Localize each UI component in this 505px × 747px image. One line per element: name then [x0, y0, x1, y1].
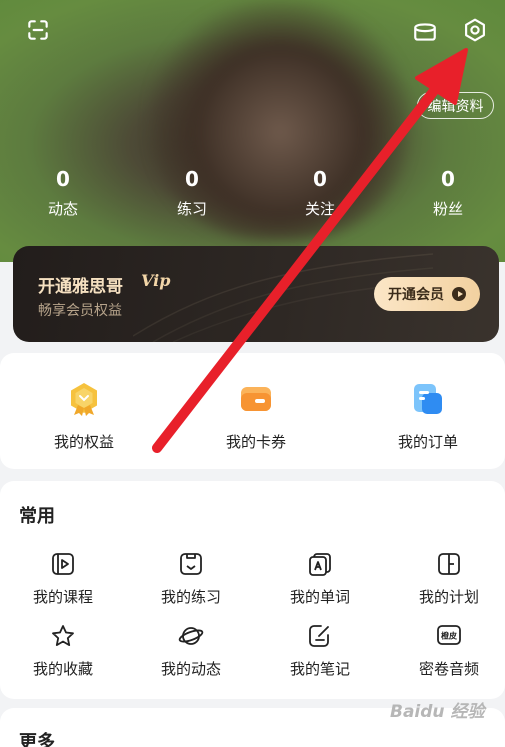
coupon-icon [238, 381, 274, 417]
settings-icon[interactable] [459, 14, 491, 46]
my-plan-label: 我的计划 [418, 588, 479, 606]
open-membership-button[interactable]: 开通会员 [374, 277, 480, 311]
common-section-title: 常用 [19, 506, 55, 527]
my-posts-item[interactable]: 我的动态 [136, 623, 246, 679]
common-section: 常用 我的课程 我的练习 我的单词 我的计划 我的收藏 我的动态 我的笔记 橙皮… [0, 481, 505, 699]
my-coupons-item[interactable]: 我的卡券 [196, 381, 316, 452]
stat-label: 粉丝 [432, 200, 463, 218]
vip-title: 开通雅思哥 [38, 277, 123, 297]
stat-value: 0 [185, 167, 199, 191]
stat-followers[interactable]: 0 粉丝 [408, 166, 488, 219]
order-icon [410, 381, 446, 417]
my-coupons-label: 我的卡券 [225, 433, 286, 451]
stat-value: 0 [313, 167, 327, 191]
my-words-item[interactable]: 我的单词 [265, 551, 375, 607]
stat-label: 动态 [47, 200, 78, 218]
stat-posts[interactable]: 0 动态 [23, 166, 103, 219]
my-orders-label: 我的订单 [397, 433, 458, 451]
my-practice-label: 我的练习 [160, 588, 221, 606]
my-courses-label: 我的课程 [32, 588, 93, 606]
stat-label: 练习 [176, 200, 207, 218]
my-notes-item[interactable]: 我的笔记 [265, 623, 375, 679]
scan-icon[interactable] [22, 14, 54, 46]
my-favorites-item[interactable]: 我的收藏 [8, 623, 118, 679]
star-icon [50, 623, 76, 649]
plan-icon [436, 551, 462, 577]
vip-banner[interactable]: 开通雅思哥 Vip 畅享会员权益 开通会员 [13, 246, 499, 342]
my-plan-item[interactable]: 我的计划 [394, 551, 504, 607]
my-posts-label: 我的动态 [160, 660, 221, 678]
vip-badge: Vip [141, 271, 171, 290]
baidu-watermark: Baidu 经验 [390, 702, 485, 722]
course-icon [50, 551, 76, 577]
my-courses-item[interactable]: 我的课程 [8, 551, 118, 607]
medal-icon [66, 381, 102, 417]
my-practice-item[interactable]: 我的练习 [136, 551, 246, 607]
my-notes-label: 我的笔记 [289, 660, 350, 678]
exam-audio-item[interactable]: 橙皮 密卷音频 [394, 623, 504, 679]
quick-actions-card: 我的权益 我的卡券 我的订单 [0, 353, 505, 469]
more-section-title: 更多 [19, 732, 55, 747]
message-box-icon[interactable] [409, 16, 441, 48]
my-favorites-label: 我的收藏 [32, 660, 93, 678]
stat-value: 0 [441, 167, 455, 191]
stat-practice[interactable]: 0 练习 [152, 166, 232, 219]
exam-audio-label: 密卷音频 [418, 660, 479, 678]
planet-icon [178, 623, 204, 649]
my-benefits-item[interactable]: 我的权益 [24, 381, 144, 452]
audio-icon: 橙皮 [436, 623, 462, 649]
stat-following[interactable]: 0 关注 [280, 166, 360, 219]
stat-value: 0 [56, 167, 70, 191]
practice-icon [178, 551, 204, 577]
vip-subtitle: 畅享会员权益 [38, 303, 122, 319]
word-icon [307, 551, 333, 577]
stat-label: 关注 [304, 200, 335, 218]
open-membership-label: 开通会员 [388, 287, 444, 303]
my-benefits-label: 我的权益 [53, 433, 114, 451]
my-orders-item[interactable]: 我的订单 [368, 381, 488, 452]
play-arrow-icon [452, 287, 466, 301]
note-icon [307, 623, 333, 649]
edit-profile-button[interactable]: 编辑资料 [417, 92, 494, 119]
svg-text:橙皮: 橙皮 [441, 631, 457, 641]
profile-header: 编辑资料 0 动态 0 练习 0 关注 0 粉丝 [0, 0, 505, 262]
my-words-label: 我的单词 [289, 588, 350, 606]
